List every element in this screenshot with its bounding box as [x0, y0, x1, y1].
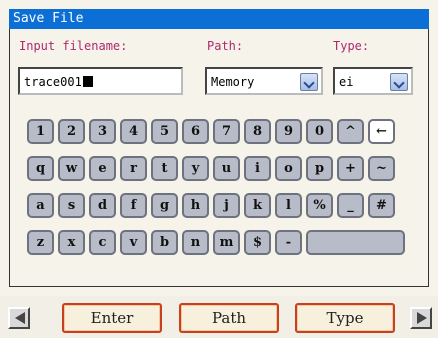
- key-3-6[interactable]: m: [213, 230, 240, 255]
- filename-label: Input filename:: [19, 39, 128, 53]
- key-0-5[interactable]: 6: [182, 119, 209, 144]
- key-1-11[interactable]: ~: [368, 156, 395, 181]
- chevron-down-icon[interactable]: [300, 73, 318, 91]
- key-0-9[interactable]: 0: [306, 119, 333, 144]
- right-arrow-icon: [417, 312, 427, 324]
- path-button[interactable]: Path: [179, 303, 279, 333]
- key-1-9[interactable]: p: [306, 156, 333, 181]
- key-2-3[interactable]: f: [120, 193, 147, 218]
- key-2-10[interactable]: _: [337, 193, 364, 218]
- type-selected: ei: [339, 75, 354, 89]
- left-arrow-icon: [15, 312, 25, 324]
- key-2-9[interactable]: %: [306, 193, 333, 218]
- key-1-3[interactable]: r: [120, 156, 147, 181]
- key-1-5[interactable]: y: [182, 156, 209, 181]
- text-cursor: [82, 76, 93, 87]
- key-0-4[interactable]: 5: [151, 119, 178, 144]
- key-0-8[interactable]: 9: [275, 119, 302, 144]
- next-page-button[interactable]: [410, 307, 432, 329]
- key-0-7[interactable]: 8: [244, 119, 271, 144]
- key-2-7[interactable]: k: [244, 193, 271, 218]
- dialog-panel: Input filename: Path: Type: trace001 Mem…: [9, 29, 429, 287]
- filename-value: trace001: [24, 75, 82, 89]
- save-file-dialog: Save File Input filename: Path: Type: tr…: [0, 0, 438, 338]
- key-0-0[interactable]: 1: [27, 119, 54, 144]
- key-2-4[interactable]: g: [151, 193, 178, 218]
- key-2-1[interactable]: s: [58, 193, 85, 218]
- key-2-11[interactable]: #: [368, 193, 395, 218]
- softkey-bar: Enter Path Type: [0, 296, 438, 338]
- key-0-3[interactable]: 4: [120, 119, 147, 144]
- key-0-6[interactable]: 7: [213, 119, 240, 144]
- key-1-6[interactable]: u: [213, 156, 240, 181]
- dialog-title: Save File: [9, 9, 429, 29]
- key-0-11[interactable]: ←: [368, 119, 395, 144]
- key-3-8[interactable]: -: [275, 230, 302, 255]
- key-1-0[interactable]: q: [27, 156, 54, 181]
- key-2-5[interactable]: h: [182, 193, 209, 218]
- key-3-7[interactable]: $: [244, 230, 271, 255]
- key-1-10[interactable]: +: [337, 156, 364, 181]
- key-3-1[interactable]: x: [58, 230, 85, 255]
- key-3-5[interactable]: n: [182, 230, 209, 255]
- key-1-1[interactable]: w: [58, 156, 85, 181]
- key-2-6[interactable]: j: [213, 193, 240, 218]
- key-3-4[interactable]: b: [151, 230, 178, 255]
- key-0-10[interactable]: ^: [337, 119, 364, 144]
- key-0-1[interactable]: 2: [58, 119, 85, 144]
- space-key[interactable]: [306, 230, 405, 255]
- path-label: Path:: [207, 39, 244, 53]
- key-1-7[interactable]: i: [244, 156, 271, 181]
- key-1-8[interactable]: o: [275, 156, 302, 181]
- key-1-2[interactable]: e: [89, 156, 116, 181]
- path-dropdown[interactable]: Memory: [205, 67, 323, 95]
- key-3-0[interactable]: z: [27, 230, 54, 255]
- prev-page-button[interactable]: [8, 307, 30, 329]
- key-2-2[interactable]: d: [89, 193, 116, 218]
- key-3-3[interactable]: v: [120, 230, 147, 255]
- type-dropdown[interactable]: ei: [333, 67, 413, 95]
- path-selected: Memory: [211, 75, 255, 89]
- filename-input[interactable]: trace001: [18, 67, 183, 95]
- type-button[interactable]: Type: [295, 303, 395, 333]
- key-3-2[interactable]: c: [89, 230, 116, 255]
- type-label: Type:: [333, 39, 370, 53]
- key-2-0[interactable]: a: [27, 193, 54, 218]
- enter-button[interactable]: Enter: [62, 303, 162, 333]
- key-1-4[interactable]: t: [151, 156, 178, 181]
- chevron-down-icon[interactable]: [390, 73, 408, 91]
- key-2-8[interactable]: l: [275, 193, 302, 218]
- key-0-2[interactable]: 3: [89, 119, 116, 144]
